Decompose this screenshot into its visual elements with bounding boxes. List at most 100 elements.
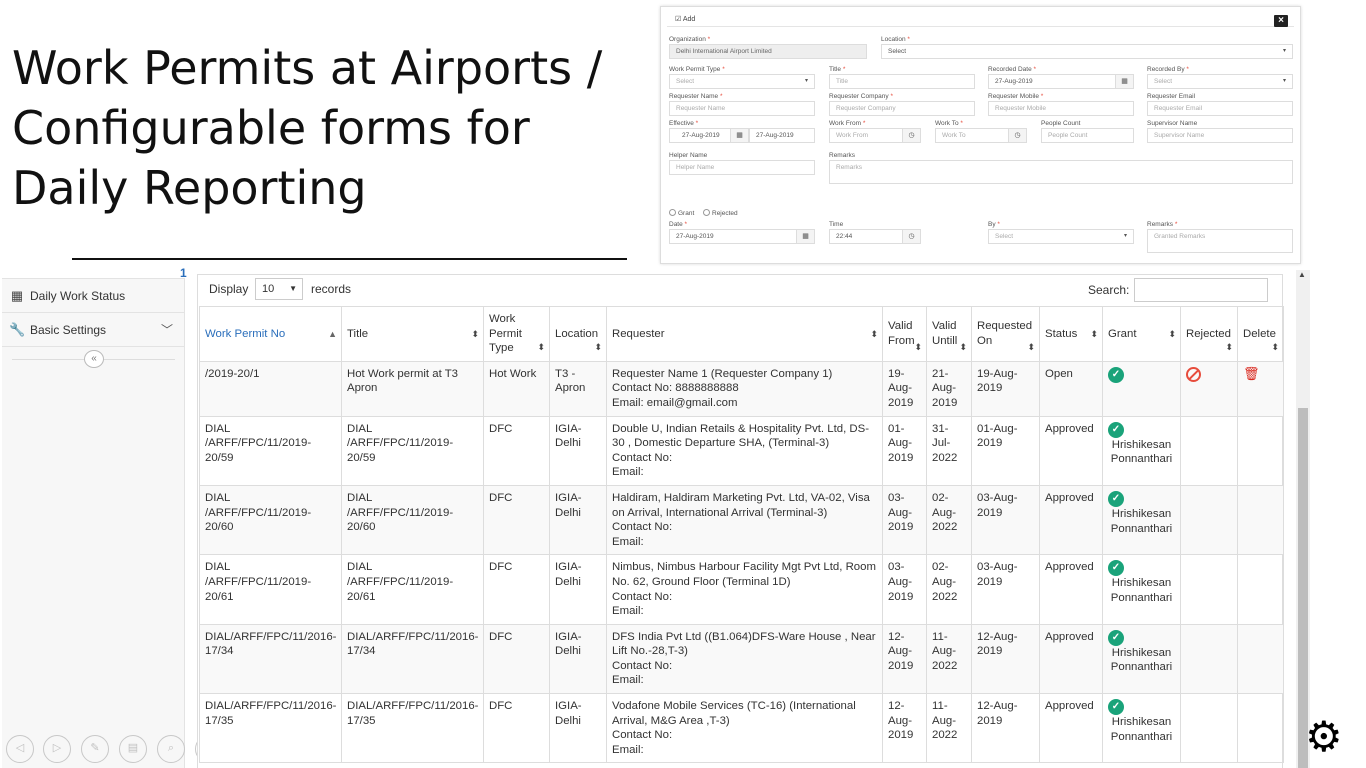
cell-type: DFC bbox=[483, 484, 550, 556]
wrench-icon: 🔧 bbox=[9, 322, 26, 337]
location-select[interactable]: Select ▾ bbox=[881, 44, 1293, 59]
remarks-textarea[interactable]: Remarks bbox=[829, 160, 1293, 184]
column-header-requested-on[interactable]: Requested On ⬍ bbox=[971, 306, 1040, 362]
check-circle-icon: ✓ bbox=[1108, 629, 1124, 646]
column-header-valid-from[interactable]: Valid From ⬍ bbox=[882, 306, 927, 362]
requester-name: Requester Name 1 (Requester Company 1) bbox=[612, 367, 833, 380]
table-row: DIAL/ARFF/FPC/11/2016-17/34 DIAL/ARFF/FPC… bbox=[199, 623, 1284, 695]
requester-contact: Contact No: bbox=[612, 729, 673, 742]
work-permit-type-select[interactable]: Select ▾ bbox=[669, 74, 815, 89]
cell-requester: Vodafone Mobile Services (TC-16) (Intern… bbox=[606, 693, 883, 764]
close-button[interactable]: × bbox=[1274, 15, 1288, 27]
requester-company-input[interactable]: Requester Company bbox=[829, 101, 975, 116]
sort-icon: ⬍ bbox=[1271, 342, 1279, 353]
search-input[interactable] bbox=[1134, 278, 1268, 302]
column-header-valid-until[interactable]: Valid Untill ⬍ bbox=[926, 306, 972, 362]
cell-rejected bbox=[1180, 415, 1238, 486]
check-circle-icon: ✓ bbox=[1108, 490, 1124, 507]
organization-field[interactable]: Delhi International Airport Limited bbox=[669, 44, 867, 59]
requester-email-input[interactable]: Requester Email bbox=[1147, 101, 1293, 116]
work-to-input[interactable]: Work To ◷ bbox=[935, 128, 1027, 143]
rejected-radio[interactable]: Rejected bbox=[703, 209, 738, 217]
effective-from-input[interactable]: 27-Aug-2019 ▦ bbox=[669, 128, 749, 143]
cell-requested-on: 03-Aug-2019 bbox=[971, 484, 1040, 556]
people-count-input[interactable]: People Count bbox=[1041, 128, 1134, 143]
date-input[interactable]: 27-Aug-2019 ▦ bbox=[669, 229, 815, 244]
cell-valid-until: 02-Aug-2022 bbox=[926, 484, 972, 556]
delete-button[interactable]: 🗑 bbox=[1243, 366, 1260, 381]
helper-name-label: Helper Name bbox=[669, 152, 708, 159]
column-header-rejected[interactable]: Rejected ⬍ bbox=[1180, 306, 1238, 362]
column-header-title[interactable]: Title ⬍ bbox=[341, 306, 484, 362]
recorded-date-input[interactable]: 27-Aug-2019 ▦ bbox=[988, 74, 1134, 89]
cell-status: Approved bbox=[1039, 693, 1103, 764]
clock-icon: ◷ bbox=[902, 230, 920, 243]
column-header-delete[interactable]: Delete ⬍ bbox=[1237, 306, 1284, 362]
records-label: records bbox=[311, 282, 352, 296]
by-select[interactable]: Select ▾ bbox=[988, 229, 1134, 244]
helper-name-input[interactable]: Helper Name bbox=[669, 160, 815, 175]
work-from-input[interactable]: Work From ◷ bbox=[829, 128, 921, 143]
grant-button[interactable]: ✓ bbox=[1108, 366, 1124, 383]
cell-rejected bbox=[1180, 554, 1238, 625]
supervisor-name-input[interactable]: Supervisor Name bbox=[1147, 128, 1293, 143]
clock-icon: ◷ bbox=[1008, 129, 1026, 142]
requester-name-input[interactable]: Requester Name bbox=[669, 101, 815, 116]
requester-mobile-input[interactable]: Requester Mobile bbox=[988, 101, 1134, 116]
time-input[interactable]: 22:44 ◷ bbox=[829, 229, 921, 244]
sort-icon: ⬍ bbox=[914, 342, 922, 353]
sort-icon: ⬍ bbox=[1225, 342, 1233, 353]
page-size-select[interactable]: 10 ▼ bbox=[255, 278, 303, 300]
column-header-work-permit-type[interactable]: Work Permit Type ⬍ bbox=[483, 306, 550, 362]
cell-permit-no: DIAL /ARFF/FPC/11/2019-20/60 bbox=[199, 484, 342, 556]
cell-grant: ✓ Hrishikesan Ponnanthari bbox=[1102, 484, 1181, 556]
by-label: By * bbox=[988, 221, 1000, 228]
cell-title: DIAL/ARFF/FPC/11/2016-17/34 bbox=[341, 623, 484, 695]
reject-button[interactable] bbox=[1186, 366, 1201, 382]
sidebar-item-label: Daily Work Status bbox=[30, 289, 126, 303]
effective-to-input[interactable]: 27-Aug-2019 bbox=[749, 128, 815, 143]
recorded-by-select[interactable]: Select ▾ bbox=[1147, 74, 1293, 89]
cell-valid-until: 02-Aug-2022 bbox=[926, 554, 972, 625]
scroll-up-icon[interactable]: ▲ bbox=[1298, 270, 1306, 279]
column-header-grant[interactable]: Grant ⬍ bbox=[1102, 306, 1181, 362]
work-permit-table: Work Permit No ▲ Title ⬍ Work Permit Type ⬍… bbox=[199, 306, 1284, 764]
work-from-label: Work From * bbox=[829, 120, 866, 127]
check-circle-icon: ✓ bbox=[1108, 699, 1124, 716]
next-icon[interactable]: ▷ bbox=[43, 735, 71, 763]
previous-icon[interactable]: ◁ bbox=[6, 735, 34, 763]
granted-by: Hrishikesan Ponnanthari bbox=[1110, 438, 1173, 466]
requester-contact: Contact No: bbox=[612, 659, 673, 672]
requester-name: Vodafone Mobile Services (TC-16) (Intern… bbox=[612, 700, 856, 727]
column-header-work-permit-no[interactable]: Work Permit No ▲ bbox=[199, 306, 342, 362]
zoom-icon[interactable]: ⌕ bbox=[157, 735, 185, 763]
pen-icon[interactable]: ✎ bbox=[81, 735, 109, 763]
sidebar-item-basic-settings[interactable]: 🔧 Basic Settings ﹀ bbox=[2, 313, 185, 347]
time-label: Time bbox=[829, 221, 844, 228]
cell-requested-on: 19-Aug-2019 bbox=[971, 360, 1040, 417]
cell-valid-until: 31-Jul-2022 bbox=[926, 415, 972, 486]
table-header-row: Work Permit No ▲ Title ⬍ Work Permit Type ⬍… bbox=[199, 306, 1284, 362]
cell-requester: Double U, Indian Retails & Hospitality P… bbox=[606, 415, 883, 486]
cell-location: IGIA-Delhi bbox=[549, 554, 607, 625]
cell-valid-from: 03-Aug-2019 bbox=[882, 484, 927, 556]
chevron-down-icon: ▾ bbox=[1123, 233, 1127, 239]
grant-radio[interactable]: Grant bbox=[669, 209, 694, 217]
cell-type: DFC bbox=[483, 693, 550, 764]
slides-icon[interactable]: ▤ bbox=[119, 735, 147, 763]
remarks-label: Remarks bbox=[829, 152, 856, 159]
clock-icon: ◷ bbox=[902, 129, 920, 142]
sort-icon: ⬍ bbox=[1027, 342, 1035, 353]
collapse-sidebar-button[interactable]: « bbox=[84, 350, 104, 368]
cell-grant: ✓ Hrishikesan Ponnanthari bbox=[1102, 554, 1181, 625]
gear-icon[interactable]: ⚙ bbox=[1305, 716, 1343, 758]
sidebar-item-daily-work-status[interactable]: ▦ Daily Work Status bbox=[2, 279, 185, 313]
column-header-location[interactable]: Location ⬍ bbox=[549, 306, 607, 362]
cell-valid-from: 03-Aug-2019 bbox=[882, 554, 927, 625]
title-input[interactable]: Title bbox=[829, 74, 975, 89]
column-header-status[interactable]: Status ⬍ bbox=[1039, 306, 1103, 362]
cell-type: Hot Work bbox=[483, 360, 550, 417]
grant-remarks-textarea[interactable]: Granted Remarks bbox=[1147, 229, 1293, 253]
sort-icon: ⬍ bbox=[1090, 328, 1098, 339]
column-header-requester[interactable]: Requester ⬍ bbox=[606, 306, 883, 362]
